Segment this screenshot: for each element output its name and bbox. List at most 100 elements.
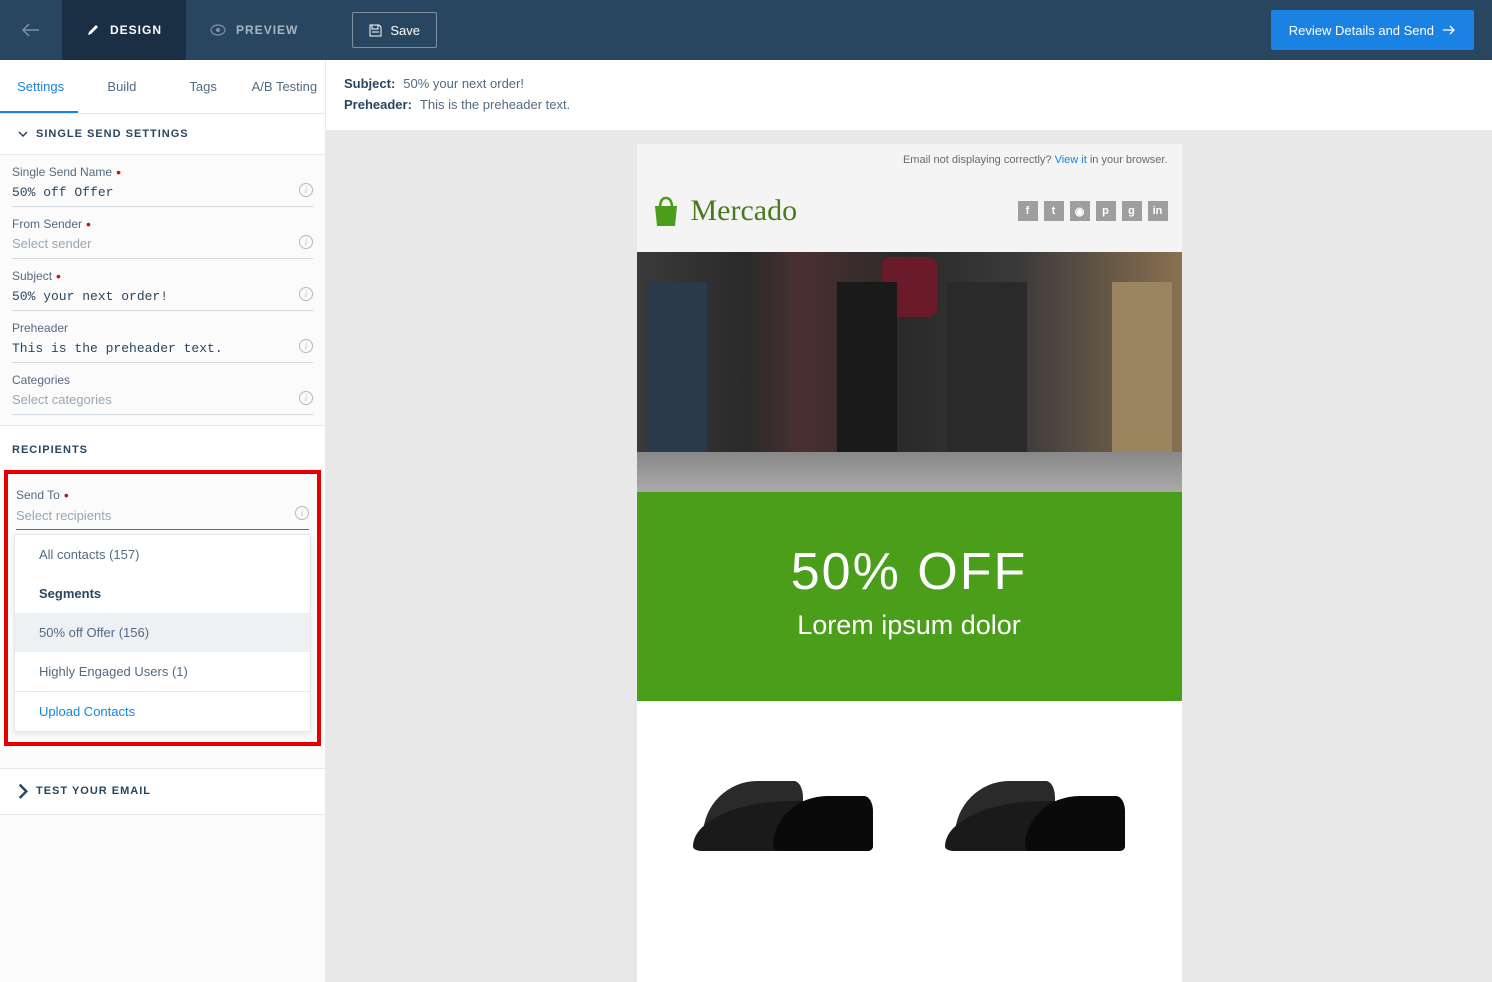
section-test-email[interactable]: TEST YOUR EMAIL bbox=[0, 768, 325, 815]
email-body: Email not displaying correctly? View it … bbox=[637, 144, 1182, 982]
subtab-build[interactable]: Build bbox=[81, 60, 162, 113]
settings-body: Single Send Name • i From Sender • i Subje… bbox=[0, 155, 325, 426]
subtabs: Settings Build Tags A/B Testing bbox=[0, 60, 325, 114]
linkedin-icon[interactable]: in bbox=[1148, 201, 1168, 221]
preview-meta: Subject: 50% your next order! Preheader:… bbox=[326, 60, 1492, 130]
section-title: TEST YOUR EMAIL bbox=[36, 785, 151, 797]
field-categories: Categories i bbox=[0, 363, 325, 415]
social-icons: f t ◉ p g in bbox=[1018, 201, 1168, 221]
subtab-settings[interactable]: Settings bbox=[0, 60, 81, 113]
info-icon[interactable]: i bbox=[299, 235, 313, 249]
recipients-highlight: Send To • i All contacts (157) Segments 5… bbox=[4, 470, 321, 746]
subtab-label: Settings bbox=[17, 79, 64, 94]
name-input[interactable] bbox=[12, 181, 313, 207]
email-canvas: Email not displaying correctly? View it … bbox=[326, 130, 1492, 982]
field-label: Single Send Name bbox=[12, 165, 112, 179]
product-image bbox=[935, 731, 1135, 851]
field-preheader: Preheader i bbox=[0, 311, 325, 363]
dropdown-item-segment-offer[interactable]: 50% off Offer (156) bbox=[15, 613, 310, 652]
email-in-browser-text: in your browser. bbox=[1087, 154, 1168, 166]
info-icon[interactable]: i bbox=[299, 339, 313, 353]
dropdown-header-segments: Segments bbox=[15, 574, 310, 613]
hero-decoration bbox=[947, 282, 1027, 462]
subtab-label: A/B Testing bbox=[252, 79, 318, 94]
tab-design-label: DESIGN bbox=[110, 23, 162, 37]
back-button[interactable] bbox=[0, 0, 62, 60]
required-indicator: • bbox=[56, 269, 61, 283]
subtab-label: Build bbox=[107, 79, 136, 94]
email-header: Mercado f t ◉ p g in bbox=[637, 176, 1182, 252]
email-topbar: Email not displaying correctly? View it … bbox=[637, 144, 1182, 176]
preview-area: Subject: 50% your next order! Preheader:… bbox=[326, 60, 1492, 982]
section-single-send-settings[interactable]: SINGLE SEND SETTINGS bbox=[0, 114, 325, 155]
brand-logo-icon bbox=[651, 194, 681, 228]
brand-name: Mercado bbox=[691, 194, 798, 228]
offer-title: 50% OFF bbox=[657, 542, 1162, 602]
hero-decoration bbox=[637, 452, 1182, 492]
field-label: Categories bbox=[12, 373, 70, 387]
field-label: From Sender bbox=[12, 217, 82, 231]
subtab-tags[interactable]: Tags bbox=[163, 60, 244, 113]
field-name: Single Send Name • i bbox=[0, 155, 325, 207]
products-row bbox=[637, 701, 1182, 851]
subtab-ab[interactable]: A/B Testing bbox=[244, 60, 325, 113]
sendto-dropdown: All contacts (157) Segments 50% off Offe… bbox=[14, 534, 311, 732]
sender-input[interactable] bbox=[12, 233, 313, 259]
top-header: DESIGN PREVIEW Save Review Details and S… bbox=[0, 0, 1492, 60]
dropdown-upload-contacts[interactable]: Upload Contacts bbox=[15, 692, 310, 731]
info-icon[interactable]: i bbox=[299, 183, 313, 197]
info-icon[interactable]: i bbox=[299, 287, 313, 301]
subtab-label: Tags bbox=[189, 79, 216, 94]
section-title: SINGLE SEND SETTINGS bbox=[36, 128, 189, 140]
hero-decoration bbox=[1112, 282, 1172, 462]
subject-input[interactable] bbox=[12, 285, 313, 311]
pinterest-icon[interactable]: p bbox=[1096, 201, 1116, 221]
hero-decoration bbox=[837, 282, 897, 462]
preheader-input[interactable] bbox=[12, 337, 313, 363]
brand: Mercado bbox=[651, 194, 798, 228]
facebook-icon[interactable]: f bbox=[1018, 201, 1038, 221]
offer-subtitle: Lorem ipsum dolor bbox=[657, 610, 1162, 641]
arrow-left-icon bbox=[22, 23, 40, 37]
preview-preheader-label: Preheader: bbox=[344, 97, 412, 112]
tab-design[interactable]: DESIGN bbox=[62, 0, 186, 60]
pencil-icon bbox=[86, 23, 100, 37]
hero-decoration bbox=[647, 282, 707, 462]
googleplus-icon[interactable]: g bbox=[1122, 201, 1142, 221]
field-label: Subject bbox=[12, 269, 52, 283]
dropdown-item-all-contacts[interactable]: All contacts (157) bbox=[15, 535, 310, 574]
review-send-button[interactable]: Review Details and Send bbox=[1271, 10, 1474, 50]
save-icon bbox=[369, 24, 382, 37]
preview-subject-label: Subject: bbox=[344, 76, 395, 91]
info-icon[interactable]: i bbox=[295, 506, 309, 520]
email-not-displaying-text: Email not displaying correctly? bbox=[903, 154, 1055, 166]
field-sender: From Sender • i bbox=[0, 207, 325, 259]
hero-image bbox=[637, 252, 1182, 492]
sendto-input[interactable] bbox=[16, 504, 309, 530]
section-recipients-title: RECIPIENTS bbox=[0, 426, 325, 466]
field-subject: Subject • i bbox=[0, 259, 325, 311]
info-icon[interactable]: i bbox=[299, 391, 313, 405]
twitter-icon[interactable]: t bbox=[1044, 201, 1064, 221]
tab-preview-label: PREVIEW bbox=[236, 23, 298, 37]
sidebar: Settings Build Tags A/B Testing SINGLE S… bbox=[0, 60, 326, 982]
review-send-label: Review Details and Send bbox=[1289, 23, 1434, 38]
dropdown-item-segment-engaged[interactable]: Highly Engaged Users (1) bbox=[15, 652, 310, 691]
arrow-right-icon bbox=[1442, 25, 1456, 35]
field-label: Send To bbox=[16, 488, 60, 502]
product-image bbox=[683, 731, 883, 851]
tab-preview[interactable]: PREVIEW bbox=[186, 0, 322, 60]
view-in-browser-link[interactable]: View it bbox=[1055, 154, 1087, 166]
categories-input[interactable] bbox=[12, 389, 313, 415]
preview-subject-value: 50% your next order! bbox=[403, 76, 524, 91]
required-indicator: • bbox=[86, 217, 91, 231]
instagram-icon[interactable]: ◉ bbox=[1070, 201, 1090, 221]
preview-preheader-value: This is the preheader text. bbox=[420, 97, 570, 112]
chevron-right-icon bbox=[18, 783, 28, 800]
required-indicator: • bbox=[116, 165, 121, 179]
required-indicator: • bbox=[64, 488, 69, 502]
save-button[interactable]: Save bbox=[352, 12, 437, 48]
eye-icon bbox=[210, 24, 226, 36]
offer-block: 50% OFF Lorem ipsum dolor bbox=[637, 492, 1182, 701]
chevron-down-icon bbox=[18, 131, 28, 137]
